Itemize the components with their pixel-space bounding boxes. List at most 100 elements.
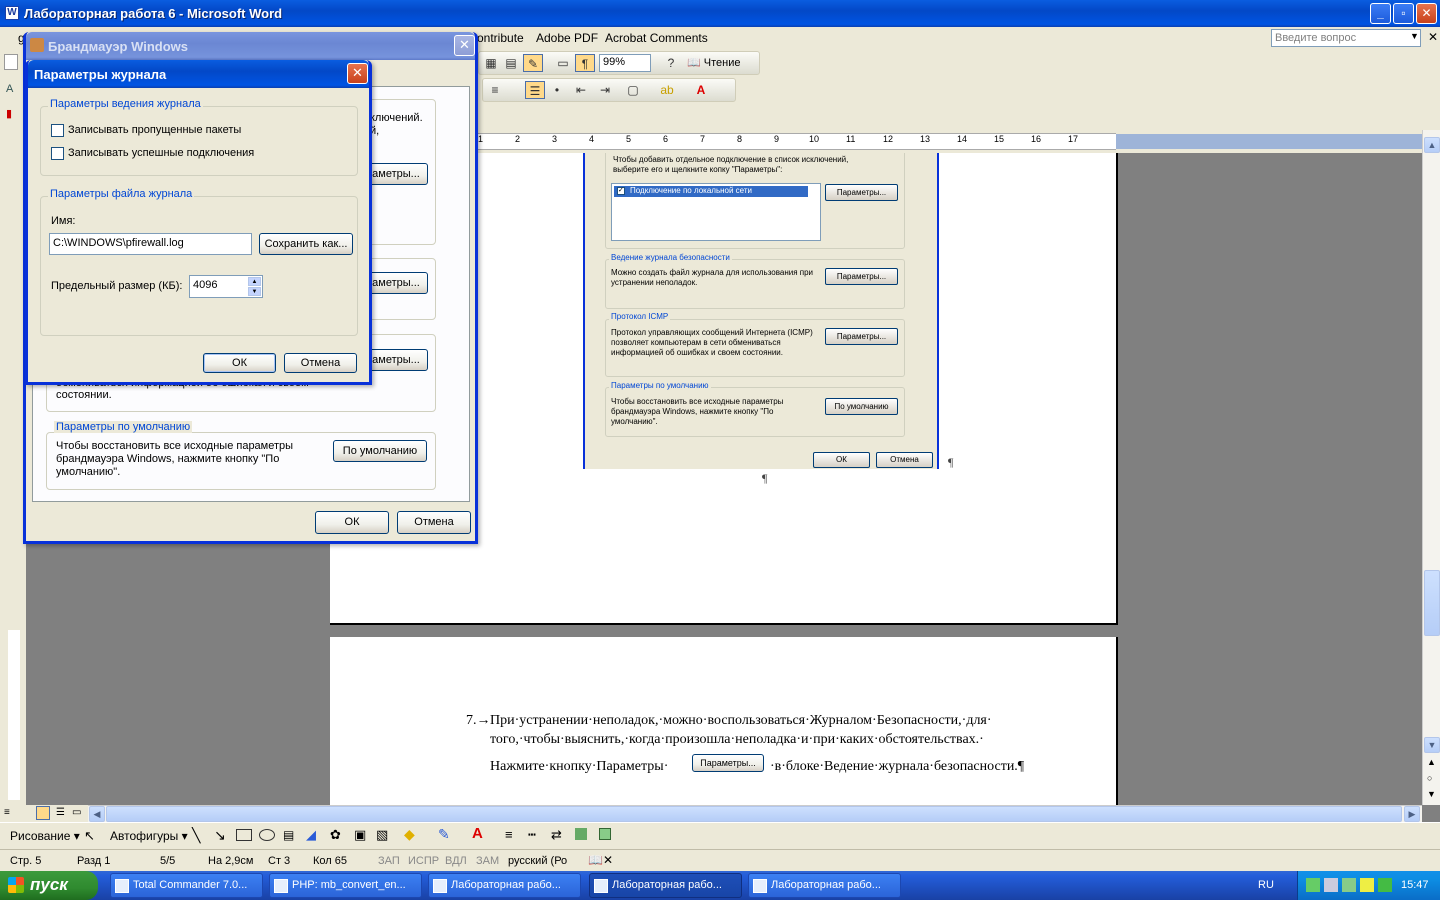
fw-params-button-3[interactable]: аметры... bbox=[364, 349, 428, 371]
textbox-icon[interactable]: ▤ bbox=[283, 828, 294, 842]
show-formatting-icon[interactable]: ¶ bbox=[575, 54, 595, 72]
clock[interactable]: 15:47 bbox=[1401, 879, 1429, 891]
prev-page-icon[interactable]: ▲ bbox=[1427, 757, 1436, 767]
fw-ok-button[interactable]: ОК bbox=[315, 511, 389, 534]
reading-mode-button[interactable]: 📖 Чтение bbox=[687, 56, 740, 69]
taskbar-item[interactable]: Total Commander 7.0... bbox=[110, 873, 263, 898]
menu-contribute[interactable]: ontribute bbox=[477, 31, 524, 45]
diagram-icon[interactable]: ✿ bbox=[330, 827, 341, 843]
log-ok-button[interactable]: ОК bbox=[203, 353, 276, 373]
log-dropped-label[interactable]: Записывать пропущенные пакеты bbox=[68, 124, 241, 136]
maximize-button[interactable]: ▫ bbox=[1393, 3, 1414, 24]
log-success-label[interactable]: Записывать успешные подключения bbox=[68, 147, 254, 159]
highlight-icon[interactable]: ab bbox=[657, 81, 677, 99]
help-search-input[interactable]: Введите вопрос bbox=[1271, 29, 1421, 47]
line-color-icon[interactable]: ✎ bbox=[438, 826, 450, 843]
clipart-icon[interactable]: ▣ bbox=[354, 827, 366, 843]
3d-style-icon[interactable] bbox=[599, 828, 611, 840]
status-trk[interactable]: ИСПР bbox=[408, 855, 439, 867]
bullets-icon[interactable]: • bbox=[547, 81, 567, 99]
next-page-icon[interactable]: ▼ bbox=[1427, 789, 1436, 799]
minimize-button[interactable]: _ bbox=[1370, 3, 1391, 24]
fill-color-icon[interactable]: ◆ bbox=[404, 826, 415, 843]
menu-adobe-pdf[interactable]: Adobe PDF bbox=[536, 31, 598, 45]
rectangle-icon[interactable] bbox=[236, 829, 252, 841]
help-icon[interactable]: ? bbox=[661, 54, 681, 72]
reading-view-icon[interactable]: ▭ bbox=[72, 807, 81, 818]
drawing-font-color-icon[interactable]: A bbox=[472, 825, 483, 842]
taskbar-item[interactable]: Лабораторная рабо... bbox=[748, 873, 901, 898]
autoshapes-menu[interactable]: Автофигуры ▾ bbox=[110, 829, 188, 843]
table-icon[interactable]: ▦ bbox=[481, 54, 501, 72]
save-as-button[interactable]: Сохранить как... bbox=[259, 233, 353, 255]
close-button[interactable]: ✕ bbox=[1416, 3, 1437, 24]
taskbar-item[interactable]: Лабораторная рабо... bbox=[589, 873, 742, 898]
taskbar-item[interactable]: PHP: mb_convert_en... bbox=[269, 873, 422, 898]
oval-icon[interactable] bbox=[259, 829, 275, 841]
language-indicator[interactable]: RU bbox=[1258, 879, 1274, 891]
tray-icon-1[interactable] bbox=[1306, 878, 1320, 892]
print-layout-icon[interactable] bbox=[36, 806, 50, 820]
spelling-status-icon[interactable]: 📖✕ bbox=[588, 853, 613, 867]
scroll-up-button[interactable]: ▲ bbox=[1424, 137, 1440, 153]
log-cancel-button[interactable]: Отмена bbox=[284, 353, 357, 373]
dash-style-icon[interactable]: ┅ bbox=[528, 827, 536, 843]
fw-defaults-button[interactable]: По умолчанию bbox=[333, 440, 427, 462]
tray-icon-5[interactable] bbox=[1378, 878, 1392, 892]
decrease-indent-icon[interactable]: ⇤ bbox=[571, 81, 591, 99]
tray-icon-3[interactable] bbox=[1342, 878, 1356, 892]
taskbar-item[interactable]: Лабораторная рабо... bbox=[428, 873, 581, 898]
borders-icon[interactable]: ▢ bbox=[623, 81, 643, 99]
line-style-icon[interactable]: ≡ bbox=[505, 827, 513, 842]
horizontal-scrollbar[interactable]: ◀ ▶ bbox=[88, 805, 1422, 822]
status-rec[interactable]: ЗАП bbox=[378, 855, 400, 867]
line-icon[interactable]: ╲ bbox=[192, 827, 200, 844]
scroll-right-button[interactable]: ▶ bbox=[1404, 806, 1420, 822]
spin-down-icon[interactable]: ▼ bbox=[248, 287, 261, 296]
arrow-icon[interactable]: ↘ bbox=[214, 827, 226, 844]
page-2[interactable]: 7.→ При·устранении·неполадок,·можно·восп… bbox=[330, 637, 1118, 805]
increase-indent-icon[interactable]: ⇥ bbox=[595, 81, 615, 99]
doc-close-icon[interactable]: ✕ bbox=[1428, 30, 1438, 44]
fw-params-button-1[interactable]: аметры... bbox=[364, 163, 428, 185]
spin-up-icon[interactable]: ▲ bbox=[248, 277, 261, 286]
hscroll-thumb[interactable] bbox=[106, 806, 1402, 822]
picture-icon[interactable]: ▧ bbox=[376, 827, 388, 843]
new-doc-icon[interactable] bbox=[4, 54, 18, 70]
start-button[interactable]: пуск bbox=[0, 871, 98, 900]
scroll-down-button[interactable]: ▼ bbox=[1424, 737, 1440, 753]
embedded-screenshot[interactable]: Чтобы добавить отдельное подключение в с… bbox=[583, 153, 939, 469]
vertical-scrollbar[interactable]: ▲ ▼ ▲ ○ ▼ bbox=[1422, 130, 1440, 805]
outline-view-icon[interactable]: ☰ bbox=[56, 807, 65, 818]
pdf-icon[interactable]: ▮ bbox=[6, 107, 12, 120]
shadow-style-icon[interactable] bbox=[575, 828, 587, 840]
tray-icon-2[interactable] bbox=[1324, 878, 1338, 892]
log-path-input[interactable]: C:\WINDOWS\pfirewall.log bbox=[49, 233, 252, 255]
firewall-close-button[interactable]: ✕ bbox=[454, 35, 475, 56]
log-success-checkbox[interactable] bbox=[51, 147, 64, 160]
document-map-icon[interactable]: ▭ bbox=[553, 54, 573, 72]
drawing-icon[interactable]: ✎ bbox=[523, 54, 543, 72]
status-ext[interactable]: ВДЛ bbox=[445, 855, 467, 867]
log-dropped-checkbox[interactable] bbox=[51, 124, 64, 137]
font-color-icon[interactable]: A bbox=[691, 81, 711, 99]
arrow-style-icon[interactable]: ⇄ bbox=[551, 827, 562, 843]
excel-table-icon[interactable]: ▤ bbox=[501, 54, 521, 72]
log-close-button[interactable]: ✕ bbox=[347, 63, 368, 84]
status-ovr[interactable]: ЗАМ bbox=[476, 855, 499, 867]
style-icon[interactable]: A bbox=[6, 83, 13, 95]
drawing-menu[interactable]: Рисование ▾ bbox=[10, 829, 80, 843]
menu-acrobat-comments[interactable]: Acrobat Comments bbox=[605, 31, 708, 45]
zoom-select[interactable]: 99% bbox=[599, 54, 651, 72]
help-dropdown-icon[interactable]: ▼ bbox=[1410, 31, 1419, 41]
numbering-icon[interactable]: ☰ bbox=[525, 81, 545, 99]
fw-cancel-button[interactable]: Отмена bbox=[397, 511, 471, 534]
wordart-icon[interactable]: ◢ bbox=[306, 827, 316, 843]
browse-object-icon[interactable]: ○ bbox=[1427, 773, 1432, 783]
scroll-thumb[interactable] bbox=[1424, 570, 1440, 636]
scroll-left-button[interactable]: ◀ bbox=[89, 806, 105, 822]
select-objects-icon[interactable]: ↖ bbox=[84, 828, 95, 844]
line-spacing-icon[interactable]: ≡ bbox=[485, 81, 505, 99]
tray-icon-4[interactable] bbox=[1360, 878, 1374, 892]
fw-params-button-2[interactable]: аметры... bbox=[364, 272, 428, 294]
